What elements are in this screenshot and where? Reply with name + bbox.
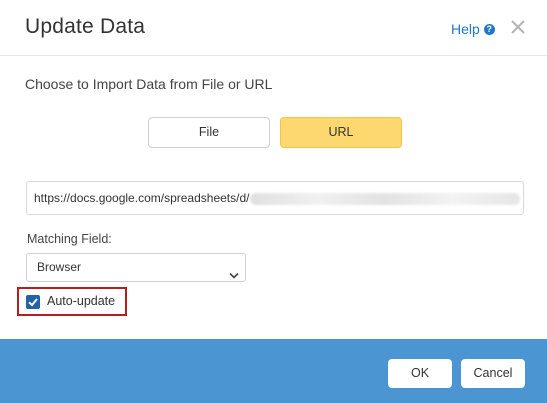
url-input-value: https://docs.google.com/spreadsheets/d/ <box>34 191 250 205</box>
url-input[interactable]: https://docs.google.com/spreadsheets/d/ <box>26 181 524 215</box>
matching-field-select[interactable]: Browser <box>26 253 246 282</box>
file-option-button[interactable]: File <box>148 117 270 148</box>
cancel-button[interactable]: Cancel <box>461 359 525 388</box>
help-label: Help <box>451 21 480 37</box>
import-prompt: Choose to Import Data from File or URL <box>25 76 273 92</box>
redacted-url-segment <box>250 192 521 205</box>
url-option-button[interactable]: URL <box>280 117 402 148</box>
ok-button[interactable]: OK <box>388 359 452 388</box>
dialog-footer: OK Cancel <box>0 339 547 403</box>
matching-field-value: Browser <box>37 260 82 274</box>
matching-field-label: Matching Field: <box>27 232 112 246</box>
dialog-header: Update Data Help ? <box>0 0 547 56</box>
auto-update-checkbox[interactable] <box>26 295 40 309</box>
chevron-down-icon <box>229 263 239 290</box>
auto-update-label[interactable]: Auto-update <box>47 294 115 308</box>
question-circle-icon: ? <box>483 23 495 35</box>
update-data-dialog: Update Data Help ? Choose to Import Data… <box>0 0 547 403</box>
close-icon[interactable] <box>509 18 527 36</box>
help-link[interactable]: Help ? <box>451 21 495 37</box>
dialog-title: Update Data <box>25 15 146 38</box>
